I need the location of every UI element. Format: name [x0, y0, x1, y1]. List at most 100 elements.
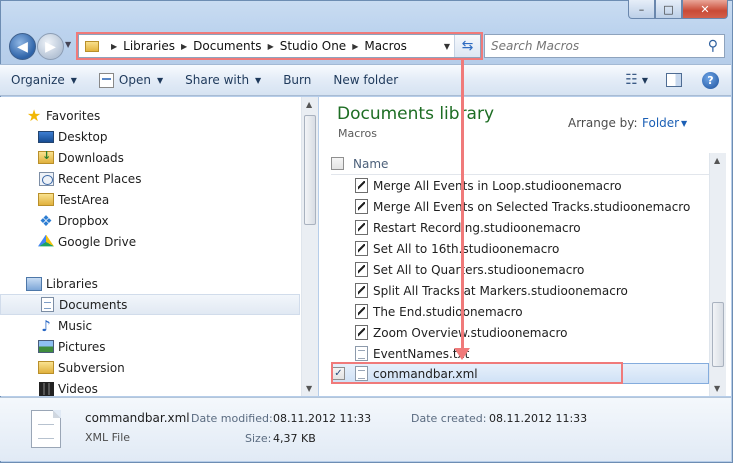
date-created-label: Date created: — [411, 412, 487, 425]
macro-file-icon — [355, 178, 368, 193]
macro-file-icon — [355, 304, 368, 319]
recent-places-icon — [38, 171, 54, 186]
sidebar-group-libraries[interactable]: Libraries — [0, 273, 300, 294]
sidebar-label: Recent Places — [58, 171, 142, 186]
text-file-icon — [355, 366, 368, 381]
chevron-down-icon: ▼ — [255, 75, 262, 85]
sidebar-item-documents[interactable]: Documents — [0, 294, 300, 315]
sidebar-item-dropbox[interactable]: ❖ Dropbox — [0, 210, 300, 231]
sidebar-label: Downloads — [58, 150, 124, 165]
music-note-icon: ♪ — [41, 316, 51, 335]
breadcrumb-macros[interactable]: Macros — [364, 39, 407, 53]
scroll-up-icon[interactable]: ▲ — [714, 156, 720, 165]
search-input[interactable] — [491, 39, 691, 53]
macro-file-icon — [355, 262, 368, 277]
breadcrumb-documents[interactable]: Documents — [193, 39, 261, 53]
column-header-name[interactable]: Name — [331, 153, 709, 175]
scroll-down-icon[interactable]: ▼ — [306, 384, 312, 393]
macro-file-icon — [355, 199, 368, 214]
view-options-icon[interactable]: ☷ — [625, 72, 638, 88]
new-folder-label: New folder — [333, 73, 399, 87]
sidebar-label: TestArea — [58, 192, 110, 207]
sidebar-item-subversion[interactable]: Subversion — [0, 357, 300, 378]
window-controls: – □ ✕ — [628, 0, 728, 19]
file-row[interactable]: EventNames.txt — [355, 343, 709, 364]
sidebar-item-downloads[interactable]: Downloads — [0, 147, 300, 168]
open-file-icon — [98, 72, 114, 88]
share-with-label: Share with — [185, 73, 250, 87]
file-row[interactable]: Set All to 16th.studioonemacro — [355, 238, 709, 259]
file-name: Merge All Events in Loop.studioonemacro — [373, 178, 622, 193]
scroll-down-icon[interactable]: ▼ — [714, 384, 720, 393]
chevron-right-icon[interactable]: ▶ — [181, 42, 187, 51]
maximize-icon: □ — [663, 2, 674, 16]
scrollbar-thumb[interactable] — [712, 302, 724, 367]
refresh-icon: ⇆ — [461, 38, 474, 54]
file-row-selected[interactable]: ✓ commandbar.xml — [331, 363, 709, 384]
sidebar-group-favorites[interactable]: ★ Favorites — [0, 105, 300, 126]
macro-file-icon — [355, 241, 368, 256]
arrange-by-label: Arrange by: — [568, 116, 638, 130]
chevron-down-icon: ▼ — [156, 75, 164, 85]
sidebar-item-videos[interactable]: Videos — [0, 378, 300, 396]
search-box[interactable]: ⚲ — [484, 34, 725, 58]
navigation-scrollbar[interactable]: ▲ ▼ — [301, 97, 318, 396]
share-with-button[interactable]: Share with ▼ — [174, 65, 272, 95]
scroll-up-icon[interactable]: ▲ — [306, 100, 312, 109]
sidebar-item-google-drive[interactable]: Google Drive — [0, 231, 300, 252]
back-button[interactable]: ◀ — [9, 33, 36, 60]
file-row[interactable]: Zoom Overview.studioonemacro — [355, 322, 709, 343]
organize-button[interactable]: Organize ▼ — [0, 65, 88, 95]
file-list-scrollbar[interactable]: ▲ ▼ — [709, 153, 726, 396]
row-checkbox[interactable]: ✓ — [332, 367, 345, 380]
chevron-right-icon[interactable]: ▶ — [352, 42, 358, 51]
search-icon[interactable]: ⚲ — [708, 38, 718, 54]
library-title: Documents library — [337, 104, 495, 124]
desktop-icon — [38, 130, 54, 143]
chevron-right-icon[interactable]: ▶ — [111, 42, 117, 51]
select-all-checkbox[interactable] — [331, 157, 344, 170]
address-bar[interactable]: ▶ Libraries ▶ Documents ▶ Studio One ▶ M… — [76, 32, 483, 60]
sidebar-label: Desktop — [58, 129, 108, 144]
address-history-dropdown[interactable]: ▼ — [444, 42, 450, 51]
file-row[interactable]: Split All Tracks at Markers.studioonemac… — [355, 280, 709, 301]
close-button[interactable]: ✕ — [682, 0, 728, 19]
sidebar-item-music[interactable]: ♪ Music — [0, 315, 300, 336]
recent-pages-dropdown[interactable]: ▼ — [65, 40, 71, 49]
new-folder-button[interactable]: New folder — [322, 65, 409, 95]
file-row[interactable]: The End.studioonemacro — [355, 301, 709, 322]
dropbox-icon: ❖ — [39, 211, 53, 230]
chevron-down-icon: ▼ — [70, 75, 77, 85]
sidebar-item-desktop[interactable]: Desktop — [0, 126, 300, 147]
sidebar-item-pictures[interactable]: Pictures — [0, 336, 300, 357]
help-button[interactable]: ? — [702, 71, 719, 89]
maximize-button[interactable]: □ — [655, 0, 682, 19]
preview-pane-icon[interactable] — [666, 73, 682, 87]
arrange-by-dropdown[interactable]: Folder — [642, 116, 679, 130]
help-icon: ? — [707, 73, 714, 87]
open-button[interactable]: Open ▼ — [88, 65, 174, 95]
burn-button[interactable]: Burn — [272, 65, 322, 95]
sidebar-item-testarea[interactable]: TestArea — [0, 189, 300, 210]
refresh-button[interactable]: ⇆ — [454, 35, 480, 57]
chevron-down-icon[interactable]: ▼ — [681, 119, 687, 128]
minimize-button[interactable]: – — [628, 0, 655, 19]
forward-button[interactable]: ▶ — [37, 33, 64, 60]
file-row[interactable]: Merge All Events on Selected Tracks.stud… — [355, 196, 709, 217]
details-file-name: commandbar.xml — [85, 411, 190, 425]
column-name-label: Name — [353, 156, 389, 171]
file-name: Zoom Overview.studioonemacro — [373, 325, 568, 340]
file-row[interactable]: Merge All Events in Loop.studioonemacro — [355, 175, 709, 196]
breadcrumb-studio-one[interactable]: Studio One — [280, 39, 346, 53]
toolbar-right: ☷ ▼ ? — [625, 65, 731, 95]
sidebar-item-recent-places[interactable]: Recent Places — [0, 168, 300, 189]
file-row[interactable]: Set All to Quarters.studioonemacro — [355, 259, 709, 280]
folder-icon — [38, 193, 54, 206]
annotation-arrow-head-icon — [454, 348, 470, 360]
breadcrumb-libraries[interactable]: Libraries — [123, 39, 175, 53]
file-row[interactable]: Restart Recording.studioonemacro — [355, 217, 709, 238]
chevron-right-icon[interactable]: ▶ — [268, 42, 274, 51]
view-options-dropdown[interactable]: ▼ — [642, 76, 648, 85]
scrollbar-thumb[interactable] — [304, 115, 316, 225]
minimize-icon: – — [638, 2, 645, 16]
